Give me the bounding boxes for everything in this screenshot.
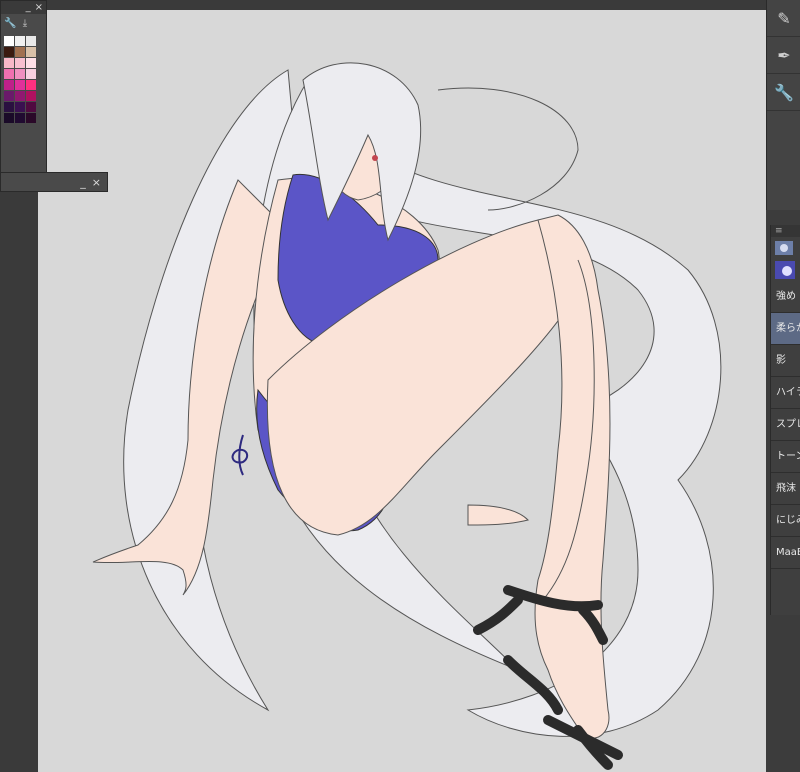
close-button[interactable]: ×: [35, 2, 43, 13]
sub-tool-item[interactable]: ハイラ: [771, 377, 800, 409]
color-swatch[interactable]: [4, 69, 14, 79]
palette-titlebar: _ ×: [1, 1, 46, 14]
color-swatch[interactable]: [15, 47, 25, 57]
sub-tool-item[interactable]: 飛沫: [771, 473, 800, 505]
wrench-icon[interactable]: 🔧: [4, 18, 16, 30]
import-icon[interactable]: ⤓: [19, 18, 31, 30]
panel-menu-icon[interactable]: ≡: [771, 225, 800, 237]
wrench-icon[interactable]: 🔧: [767, 74, 800, 111]
close-button[interactable]: ×: [92, 176, 101, 189]
color-swatch[interactable]: [15, 91, 25, 101]
color-swatch[interactable]: [4, 113, 14, 123]
minimize-button[interactable]: _: [26, 2, 31, 13]
app-window: _ × 🔧 ⤓ ◒ ▯ _ × ✎ ✒ 🔧 ≡ 強め柔らか影ハイラスプレトーン飛…: [0, 0, 800, 772]
floating-panel-strip: _ ×: [0, 172, 108, 192]
color-swatch[interactable]: [26, 47, 36, 57]
sub-tool-panel: ≡ 強め柔らか影ハイラスプレトーン飛沫にじみMaaB: [770, 225, 800, 615]
color-swatch[interactable]: [4, 91, 14, 101]
color-swatch[interactable]: [15, 36, 25, 46]
illustration: [92, 62, 722, 770]
color-swatch[interactable]: [4, 36, 14, 46]
color-swatch[interactable]: [26, 58, 36, 68]
color-swatch[interactable]: [15, 80, 25, 90]
drawing-canvas[interactable]: [38, 10, 766, 772]
sub-tool-item[interactable]: 柔らか: [771, 313, 800, 345]
sub-tool-item[interactable]: 強め: [771, 281, 800, 313]
color-palette-panel: _ × 🔧 ⤓ ◒ ▯: [0, 0, 47, 190]
color-swatch[interactable]: [26, 36, 36, 46]
minimize-button[interactable]: _: [80, 176, 86, 189]
sub-tool-item[interactable]: にじみ: [771, 505, 800, 537]
color-swatch[interactable]: [26, 91, 36, 101]
airbrush-tool-icon[interactable]: [771, 237, 800, 259]
swatch-grid: [1, 34, 46, 125]
color-swatch[interactable]: [26, 102, 36, 112]
sub-tool-list: 強め柔らか影ハイラスプレトーン飛沫にじみMaaB: [771, 281, 800, 569]
color-swatch[interactable]: [4, 58, 14, 68]
color-swatch[interactable]: [15, 58, 25, 68]
color-swatch[interactable]: [4, 47, 14, 57]
sub-tool-item[interactable]: スプレ: [771, 409, 800, 441]
color-swatch[interactable]: [26, 69, 36, 79]
tool-property-column: ✎ ✒ 🔧: [766, 0, 800, 210]
color-swatch[interactable]: [26, 113, 36, 123]
brush-preview-icon[interactable]: [771, 259, 800, 281]
top-frame: [38, 0, 766, 10]
sub-tool-item[interactable]: MaaB: [771, 537, 800, 569]
color-swatch[interactable]: [4, 80, 14, 90]
color-swatch[interactable]: [4, 102, 14, 112]
color-swatch[interactable]: [15, 113, 25, 123]
pen-gear-icon[interactable]: ✒: [767, 37, 800, 74]
pen-settings-icon[interactable]: ✎: [767, 0, 800, 37]
color-swatch[interactable]: [15, 102, 25, 112]
color-swatch[interactable]: [26, 80, 36, 90]
sub-tool-item[interactable]: トーン: [771, 441, 800, 473]
color-swatch[interactable]: [15, 69, 25, 79]
palette-toolbar: 🔧 ⤓: [1, 14, 46, 34]
left-frame: [0, 190, 38, 772]
sub-tool-item[interactable]: 影: [771, 345, 800, 377]
